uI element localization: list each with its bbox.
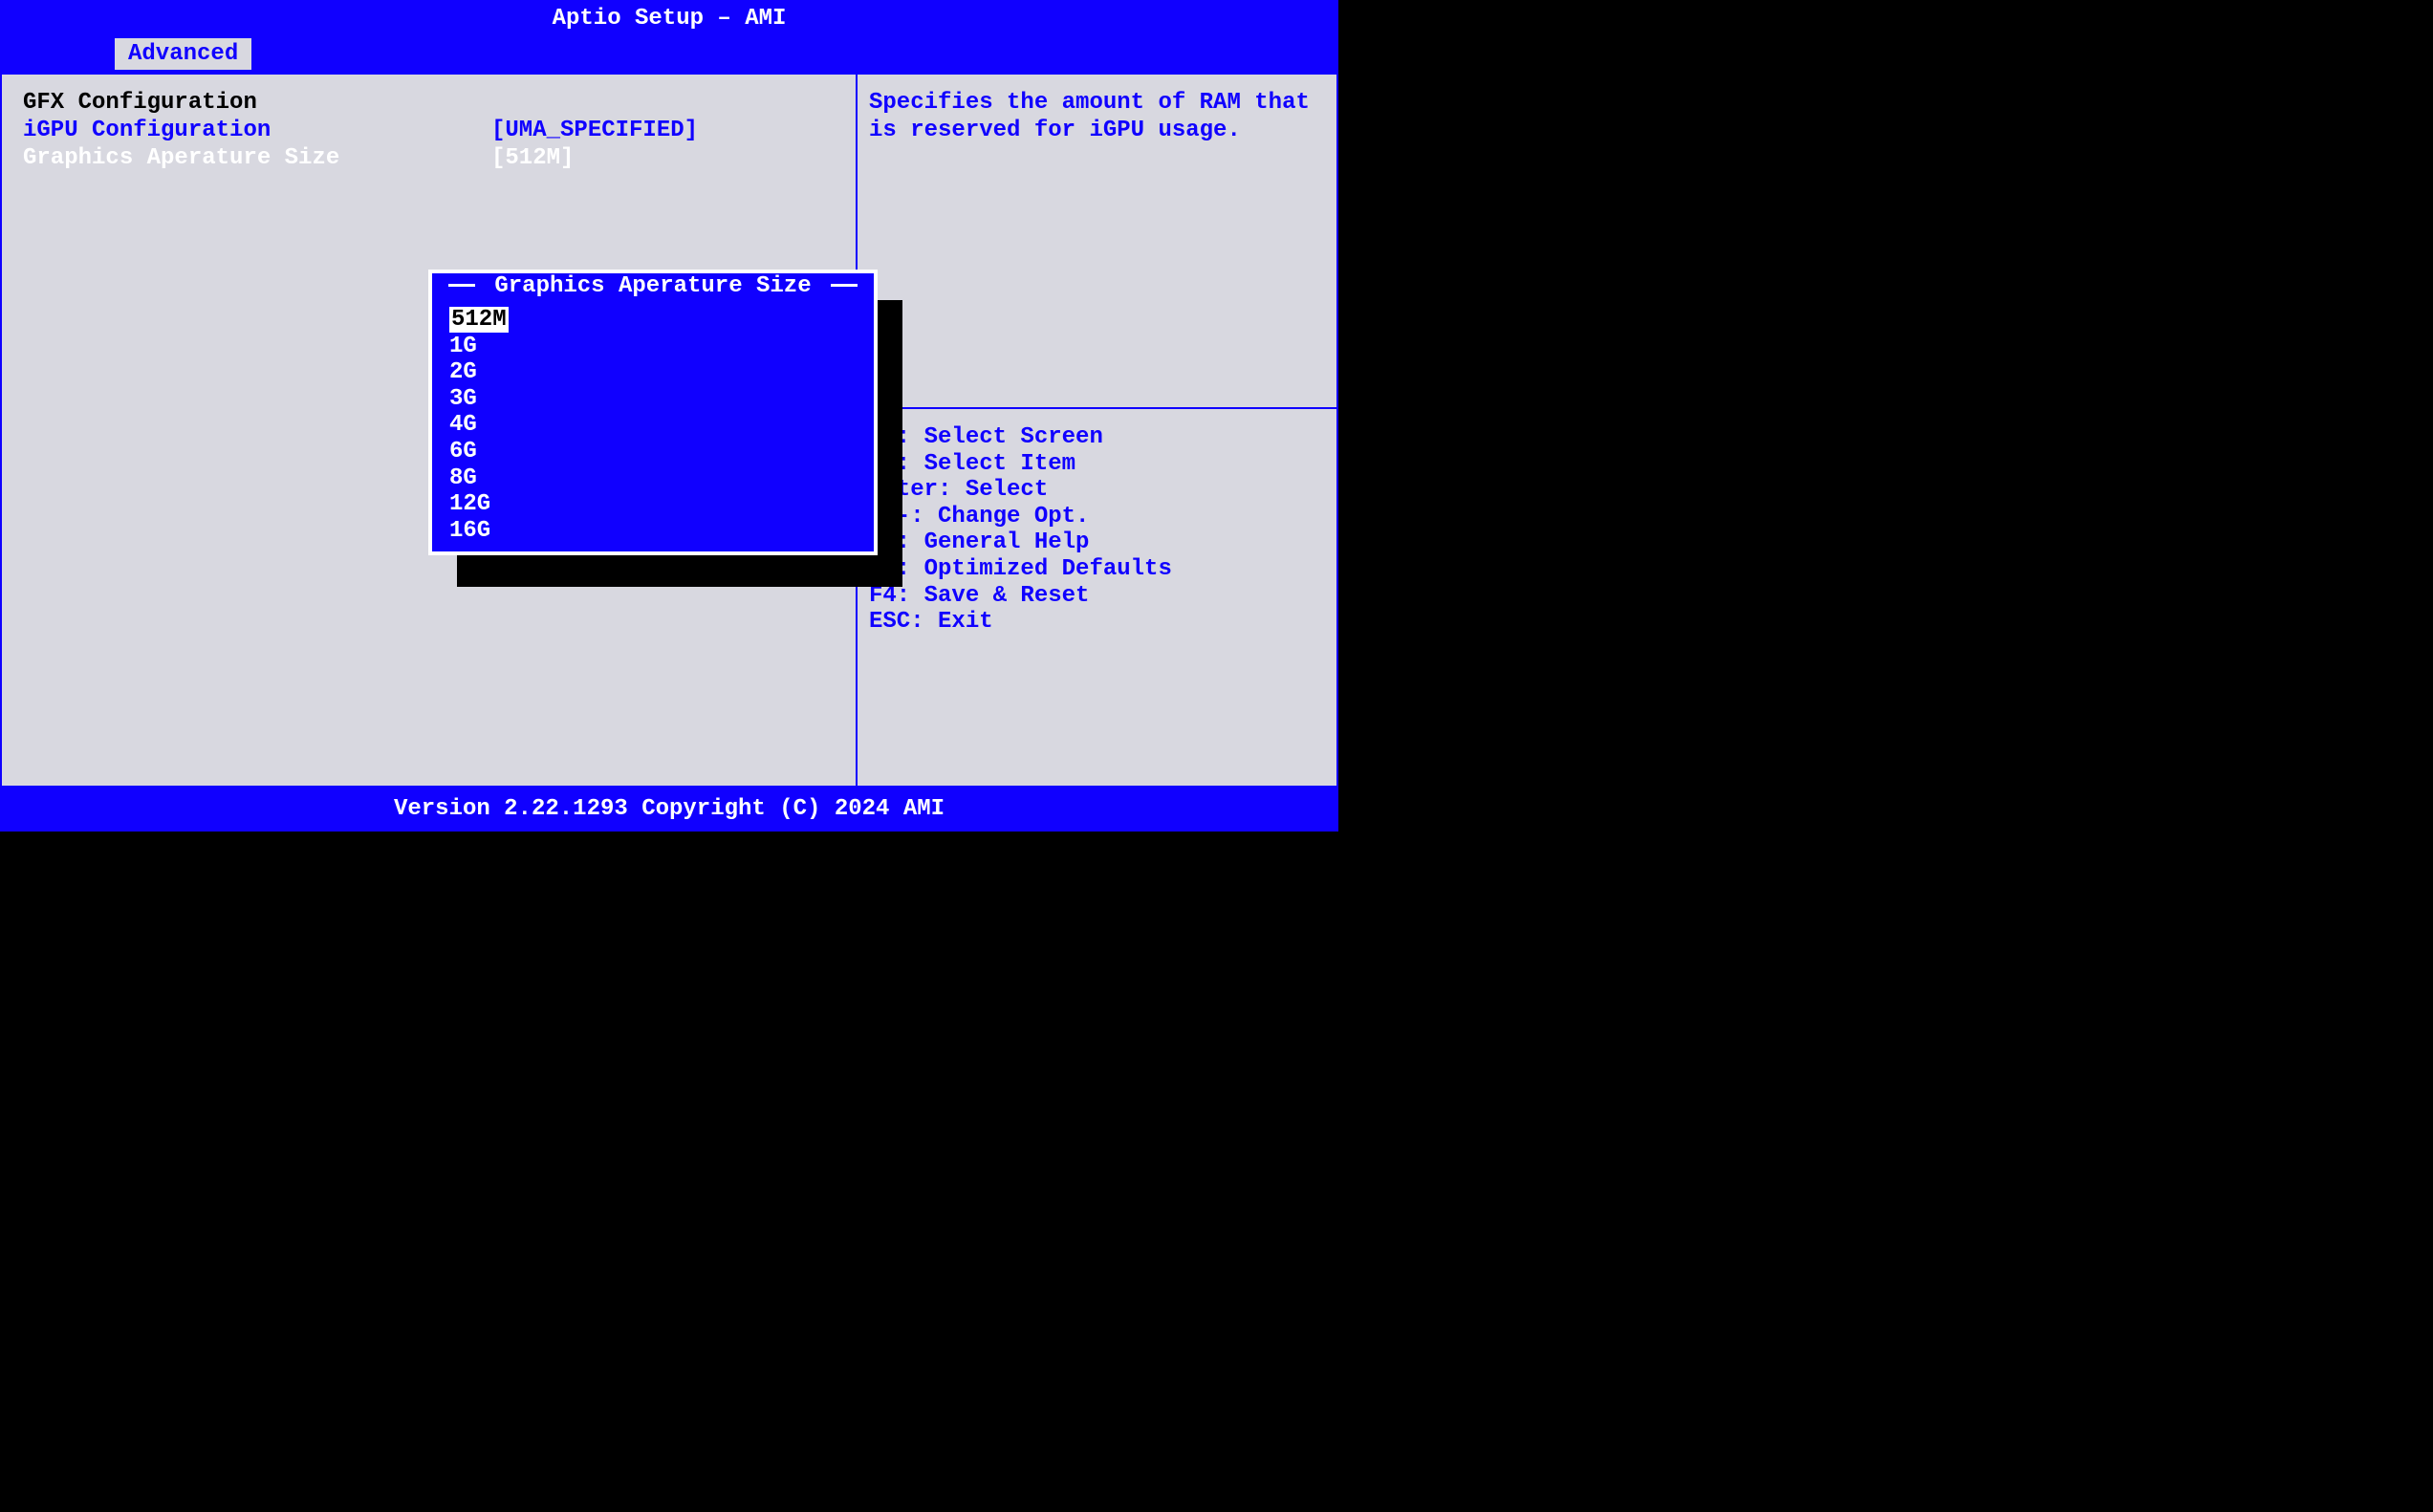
setting-row-igpu[interactable]: iGPU Configuration [UMA_SPECIFIED]: [23, 118, 835, 145]
bios-footer: Version 2.22.1293 Copyright (C) 2024 AMI: [0, 788, 1338, 832]
key-enter-select: Enter: Select: [869, 477, 1325, 504]
key-select-screen: →←: Select Screen: [869, 424, 1325, 451]
popup-option-3g[interactable]: 3G: [442, 386, 864, 413]
tab-bar: Advanced: [0, 38, 1338, 73]
key-general-help: F1: General Help: [869, 529, 1325, 556]
popup-option-16g[interactable]: 16G: [442, 518, 864, 545]
popup-option-4g[interactable]: 4G: [442, 412, 864, 439]
setting-label-igpu: iGPU Configuration: [23, 118, 491, 145]
key-legend: →←: Select Screen ↑↓: Select Item Enter:…: [858, 409, 1336, 786]
popup-option-list: 512M1G2G3G4G6G8G12G16G: [442, 301, 864, 544]
setting-row-aperture[interactable]: Graphics Aperature Size [512M]: [23, 145, 835, 173]
setting-value-aperture: [512M]: [491, 145, 574, 173]
key-save-reset: F4: Save & Reset: [869, 583, 1325, 610]
key-select-item: ↑↓: Select Item: [869, 451, 1325, 478]
key-change-opt: +/-: Change Opt.: [869, 504, 1325, 530]
help-text: Specifies the amount of RAM that is rese…: [858, 75, 1336, 409]
bios-header: Aptio Setup – AMI: [0, 0, 1338, 38]
popup-option-2g[interactable]: 2G: [442, 359, 864, 386]
popup-option-8g[interactable]: 8G: [442, 465, 864, 492]
help-panel: Specifies the amount of RAM that is rese…: [858, 75, 1336, 786]
setting-label-aperture: Graphics Aperature Size: [23, 145, 491, 173]
key-exit: ESC: Exit: [869, 609, 1325, 636]
popup-title: Graphics Aperature Size: [442, 273, 864, 299]
bios-title: Aptio Setup – AMI: [553, 6, 787, 32]
aperture-size-popup: Graphics Aperature Size 512M1G2G3G4G6G8G…: [428, 270, 878, 555]
setting-value-igpu: [UMA_SPECIFIED]: [491, 118, 698, 145]
tab-advanced-label: Advanced: [128, 41, 238, 67]
section-title: GFX Configuration: [23, 90, 491, 118]
popup-option-512m[interactable]: 512M: [442, 307, 864, 334]
key-optimized-defaults: F3: Optimized Defaults: [869, 556, 1325, 583]
version-text: Version 2.22.1293 Copyright (C) 2024 AMI: [394, 796, 945, 822]
popup-option-6g[interactable]: 6G: [442, 439, 864, 465]
popup-option-1g[interactable]: 1G: [442, 334, 864, 360]
popup-option-12g[interactable]: 12G: [442, 491, 864, 518]
tab-advanced[interactable]: Advanced: [115, 38, 251, 70]
